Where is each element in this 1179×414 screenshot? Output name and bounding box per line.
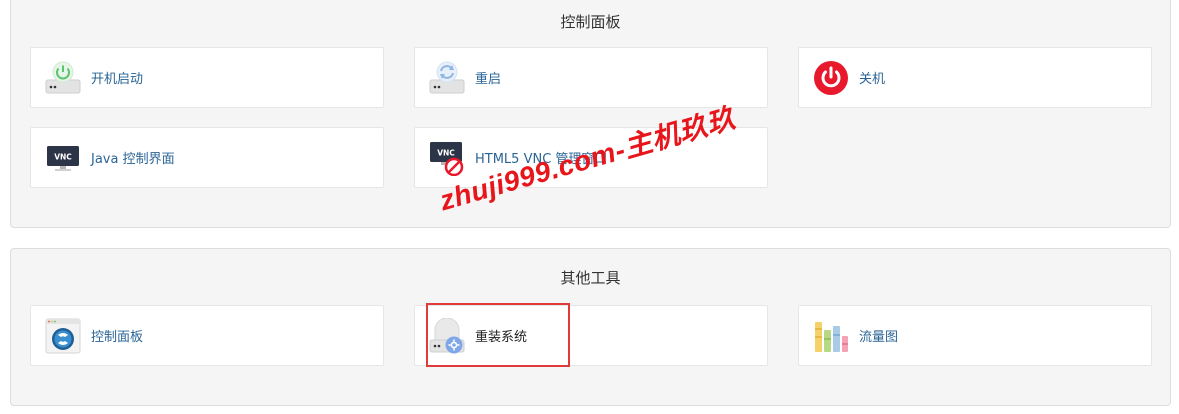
reinstall-os-button[interactable]: 重装系统 — [414, 305, 768, 366]
restart-server-icon — [429, 60, 465, 96]
vnc-monitor-icon: VNC — [45, 140, 81, 176]
power-on-server-icon — [45, 60, 81, 96]
svg-text:VNC: VNC — [54, 152, 72, 161]
shutdown-label: 关机 — [859, 72, 886, 87]
solusvm-panel-icon — [45, 318, 81, 354]
reinstall-os-label: 重装系统 — [475, 330, 528, 345]
restart-label: 重启 — [475, 72, 502, 87]
shutdown-button[interactable]: 关机 — [798, 47, 1152, 108]
traffic-chart-label: 流量图 — [859, 330, 899, 345]
restart-button[interactable]: 重启 — [414, 47, 768, 108]
control-panel-link-label: 控制面板 — [91, 330, 144, 345]
java-console-button[interactable]: VNC Java 控制界面 — [30, 127, 384, 188]
shutdown-icon — [813, 60, 849, 96]
traffic-chart-icon — [813, 318, 849, 354]
vnc-monitor-disabled-icon: VNC — [429, 140, 465, 176]
power-on-button[interactable]: 开机启动 — [30, 47, 384, 108]
svg-text:VNC: VNC — [437, 148, 455, 157]
traffic-chart-button[interactable]: 流量图 — [798, 305, 1152, 366]
java-console-label: Java 控制界面 — [91, 152, 175, 167]
power-on-label: 开机启动 — [91, 72, 144, 87]
other-tools-title: 其他工具 — [560, 269, 621, 287]
control-panel-section: 控制面板 — [10, 0, 1171, 228]
control-panel-link-button[interactable]: 控制面板 — [30, 305, 384, 366]
reinstall-os-icon — [429, 317, 465, 354]
control-panel-title: 控制面板 — [560, 13, 621, 31]
